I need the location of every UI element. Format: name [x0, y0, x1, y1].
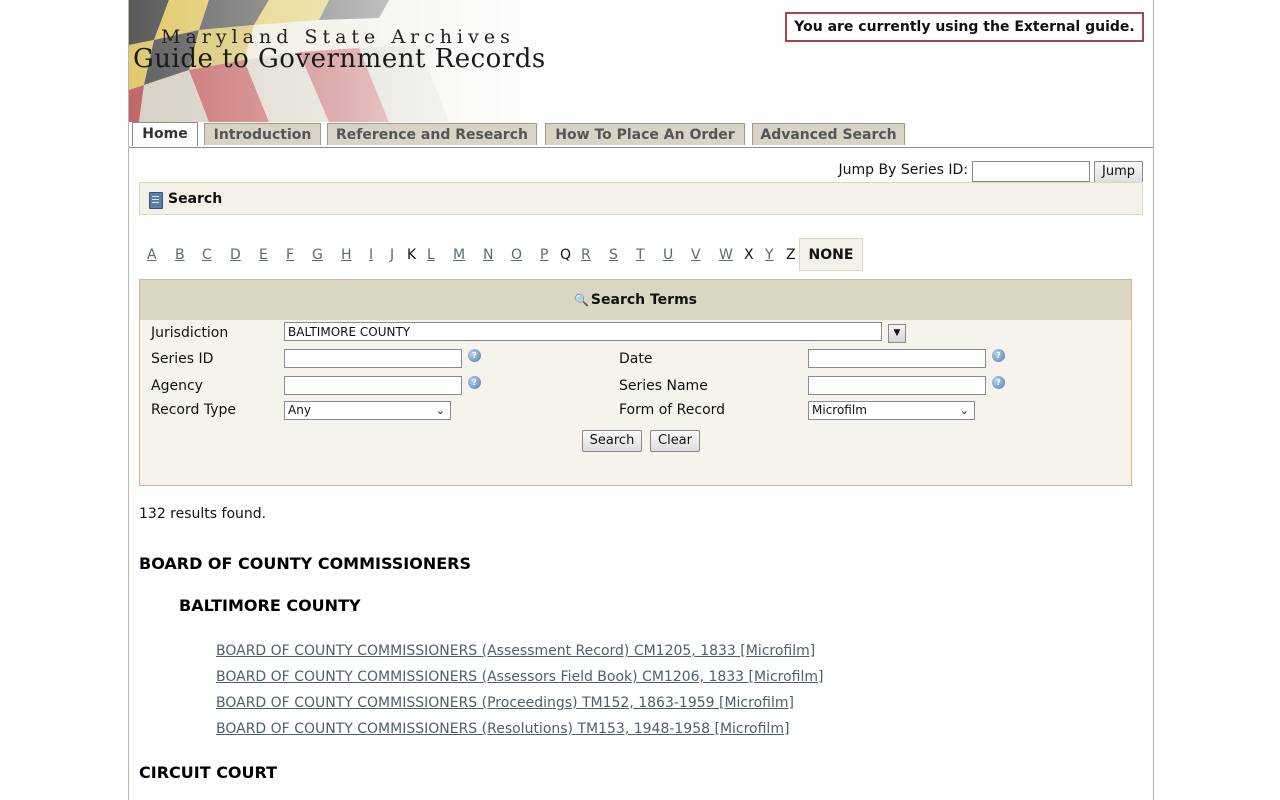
results-count: 132 results found.	[139, 506, 267, 522]
letter-g[interactable]: G	[312, 247, 323, 263]
letter-s[interactable]: S	[609, 247, 618, 263]
search-terms-title: Search Terms	[590, 292, 698, 308]
result-link[interactable]: BOARD OF COUNTY COMMISSIONERS (Proceedin…	[216, 695, 794, 711]
letter-b[interactable]: B	[175, 247, 185, 263]
date-help-icon[interactable]: ?	[992, 349, 1005, 362]
result-link[interactable]: BOARD OF COUNTY COMMISSIONERS (Resolutio…	[216, 721, 789, 737]
letter-t[interactable]: T	[636, 247, 645, 263]
chevron-down-icon: ▼	[893, 328, 901, 338]
magnifier-icon: 🔍	[573, 293, 589, 307]
letter-i[interactable]: I	[369, 247, 373, 263]
letter-j[interactable]: J	[390, 247, 394, 263]
tab-introduction[interactable]: Introduction	[204, 123, 321, 145]
group-heading: BOARD OF COUNTY COMMISSIONERS	[139, 554, 472, 573]
record-type-value: Any	[288, 403, 311, 417]
date-input[interactable]	[808, 349, 986, 368]
form-of-record-label: Form of Record	[619, 402, 726, 418]
series-id-input[interactable]	[284, 349, 462, 368]
letter-w[interactable]: W	[719, 247, 733, 263]
group-heading: CIRCUIT COURT	[139, 763, 278, 782]
letter-l[interactable]: L	[427, 247, 435, 263]
letter-p[interactable]: P	[540, 247, 548, 263]
letter-h[interactable]: H	[341, 247, 352, 263]
record-type-label: Record Type	[151, 402, 236, 418]
agency-input[interactable]	[284, 376, 462, 395]
letter-f[interactable]: F	[286, 247, 294, 263]
chevron-down-icon: ⌄	[435, 404, 445, 417]
letter-r[interactable]: R	[581, 247, 591, 263]
letter-d[interactable]: D	[230, 247, 241, 263]
search-terms-header: 🔍 Search Terms	[140, 280, 1131, 320]
main-tabs: Home Introduction Reference and Research…	[129, 122, 1153, 148]
jurisdiction-label: Jurisdiction	[151, 325, 229, 341]
letter-u[interactable]: U	[663, 247, 673, 263]
series-name-input[interactable]	[808, 376, 986, 395]
book-icon	[149, 192, 163, 209]
search-section-header: Search	[139, 182, 1143, 215]
jurisdiction-field[interactable]: BALTIMORE COUNTY	[284, 322, 882, 341]
letter-n[interactable]: N	[483, 247, 493, 263]
letter-z: Z	[786, 247, 796, 263]
letter-o[interactable]: O	[511, 247, 522, 263]
series-name-help-icon[interactable]: ?	[992, 376, 1005, 389]
letter-v[interactable]: V	[691, 247, 701, 263]
agency-label: Agency	[151, 378, 203, 394]
tab-reference-and-research[interactable]: Reference and Research	[327, 123, 537, 145]
series-id-help-icon[interactable]: ?	[468, 349, 481, 362]
letter-none[interactable]: NONE	[799, 238, 863, 271]
series-id-label: Series ID	[151, 351, 214, 367]
chevron-down-icon: ⌄	[959, 404, 969, 417]
letter-e[interactable]: E	[259, 247, 268, 263]
site-title-main: Guide to Government Records	[133, 44, 546, 74]
clear-button[interactable]: Clear	[650, 430, 700, 452]
letter-x: X	[744, 247, 754, 263]
date-label: Date	[619, 351, 653, 367]
site-header: Maryland State Archives Guide to Governm…	[129, 0, 1153, 122]
letter-a[interactable]: A	[147, 247, 157, 263]
letter-c[interactable]: C	[202, 247, 212, 263]
external-guide-notice: You are currently using the External gui…	[785, 12, 1144, 42]
jump-button[interactable]: Jump	[1094, 161, 1143, 184]
search-button[interactable]: Search	[582, 430, 642, 452]
form-of-record-select[interactable]: Microfilm ⌄	[808, 401, 975, 420]
letter-m[interactable]: M	[453, 247, 465, 263]
agency-help-icon[interactable]: ?	[468, 376, 481, 389]
group-subheading: BALTIMORE COUNTY	[179, 596, 361, 615]
jump-label: Jump By Series ID:	[838, 162, 968, 178]
letter-q: Q	[560, 247, 572, 263]
tab-home[interactable]: Home	[132, 122, 198, 146]
tab-how-to-place-an-order[interactable]: How To Place An Order	[545, 123, 745, 145]
jump-series-id-input[interactable]	[972, 161, 1090, 182]
letter-y[interactable]: Y	[765, 247, 774, 263]
result-link[interactable]: BOARD OF COUNTY COMMISSIONERS (Assessors…	[216, 669, 823, 685]
series-name-label: Series Name	[619, 378, 708, 394]
jurisdiction-dropdown-button[interactable]: ▼	[888, 324, 906, 343]
record-type-select[interactable]: Any ⌄	[284, 401, 451, 420]
letter-k: K	[407, 247, 417, 263]
page-container: Maryland State Archives Guide to Governm…	[128, 0, 1154, 800]
search-terms-panel: 🔍 Search Terms Jurisdiction BALTIMORE COU…	[139, 279, 1132, 486]
result-link[interactable]: BOARD OF COUNTY COMMISSIONERS (Assessmen…	[216, 643, 815, 659]
form-of-record-value: Microfilm	[812, 403, 867, 417]
search-section-title: Search	[168, 191, 223, 207]
jump-by-series: Jump By Series ID: Jump	[823, 161, 1143, 184]
tab-advanced-search[interactable]: Advanced Search	[752, 123, 905, 145]
